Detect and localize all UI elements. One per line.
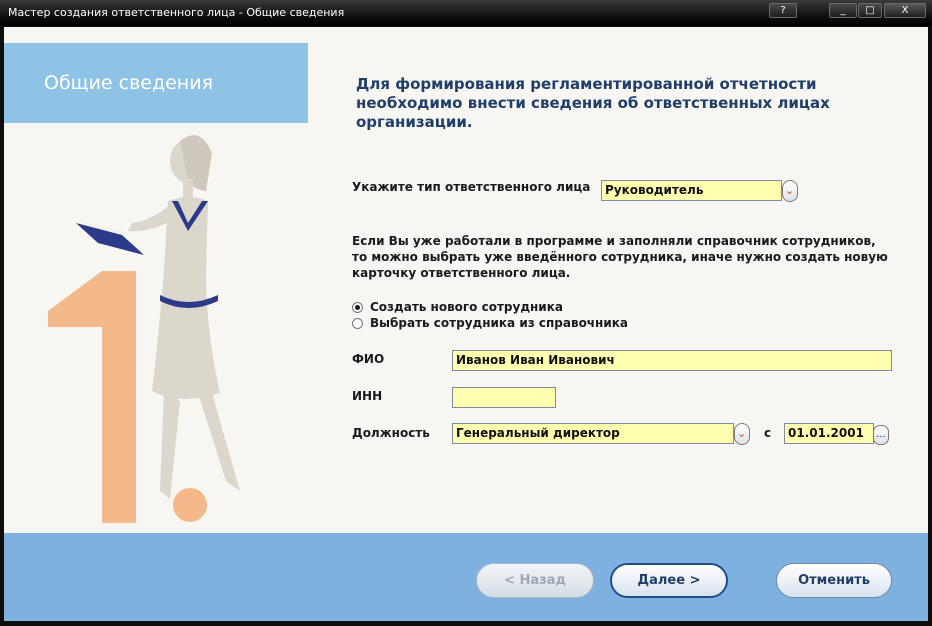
since-date-field[interactable]: 01.01.2001: [784, 423, 874, 444]
radio-button-checked[interactable]: [352, 301, 363, 313]
section-title: Общие сведения: [44, 72, 214, 94]
radio-select-existing[interactable]: Выбрать сотрудника из справочника: [352, 316, 628, 330]
woman-figure: [128, 135, 240, 499]
window-title: Мастер создания ответственного лица - Об…: [8, 6, 345, 19]
maximize-button[interactable]: □: [858, 3, 882, 18]
chevron-down-icon: ⌄: [785, 184, 795, 197]
responsible-type-label: Укажите тип ответственного лица: [352, 180, 591, 194]
close-button[interactable]: X: [884, 3, 926, 18]
radio-select-existing-label: Выбрать сотрудника из справочника: [370, 316, 628, 330]
inn-label: ИНН: [352, 389, 383, 403]
fio-label: ФИО: [352, 352, 385, 366]
cancel-button[interactable]: Отменить: [776, 563, 892, 598]
wizard-window: Мастер создания ответственного лица - Об…: [0, 0, 932, 626]
wizard-content: Общие сведения Для формирования регламен…: [4, 27, 928, 621]
help-button[interactable]: ?: [769, 3, 797, 18]
intro-text: Для формирования регламентированной отче…: [356, 75, 830, 131]
position-select[interactable]: Генеральный директор: [452, 423, 734, 444]
radio-button-unchecked[interactable]: [352, 317, 363, 329]
title-bar: Мастер создания ответственного лица - Об…: [0, 0, 932, 26]
numeral-dot: [173, 488, 207, 522]
fio-field[interactable]: Иванов Иван Иванович: [452, 350, 892, 371]
next-button[interactable]: Далее >: [610, 563, 728, 598]
minimize-button[interactable]: _: [829, 3, 857, 18]
radio-create-new-label: Создать нового сотрудника: [370, 300, 563, 314]
inn-field[interactable]: [452, 387, 556, 408]
responsible-type-dropdown-button[interactable]: ⌄: [782, 180, 798, 202]
chevron-down-icon: ⌄: [737, 427, 747, 440]
position-dropdown-button[interactable]: ⌄: [734, 423, 750, 445]
responsible-type-select[interactable]: Руководитель: [601, 180, 782, 201]
hint-text: Если Вы уже работали в программе и запол…: [352, 234, 888, 280]
since-label: с: [764, 426, 772, 440]
step-one-illustration: [48, 135, 240, 523]
numeral-one: [48, 271, 136, 523]
radio-create-new[interactable]: Создать нового сотрудника: [352, 300, 563, 314]
back-button[interactable]: < Назад: [476, 563, 594, 598]
position-label: Должность: [352, 426, 430, 440]
date-picker-button[interactable]: ...: [873, 425, 889, 445]
